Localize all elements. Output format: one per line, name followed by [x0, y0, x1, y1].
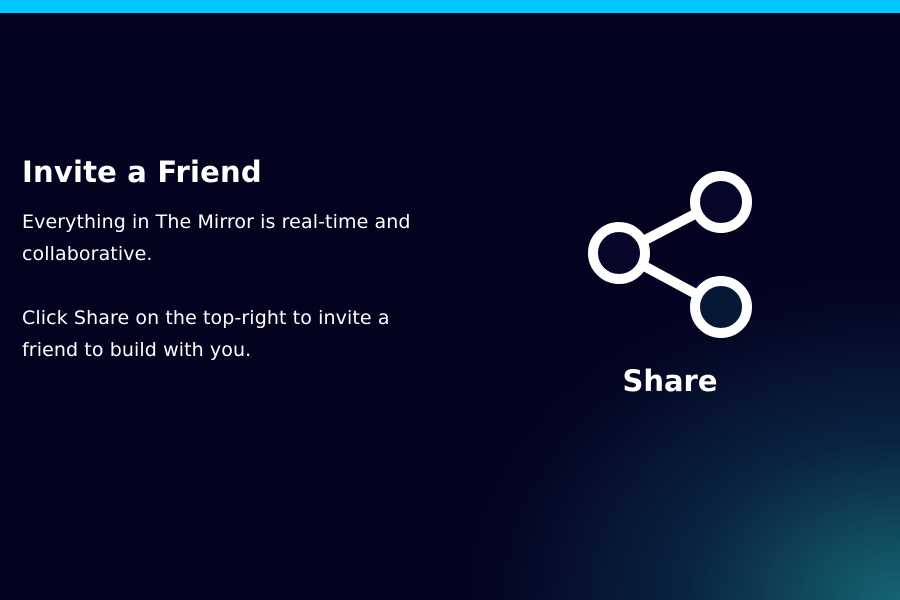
top-accent-bar [0, 0, 900, 13]
invite-title: Invite a Friend [22, 155, 262, 189]
share-illustration: Share [580, 165, 760, 405]
invite-instructions: Click Share on the top-right to invite a… [22, 307, 390, 361]
share-icon [588, 171, 752, 338]
invite-description: Everything in The Mirror is real-time an… [22, 211, 411, 265]
invite-panel: Invite a Friend Everything in The Mirror… [22, 152, 422, 366]
share-label: Share [622, 364, 718, 398]
